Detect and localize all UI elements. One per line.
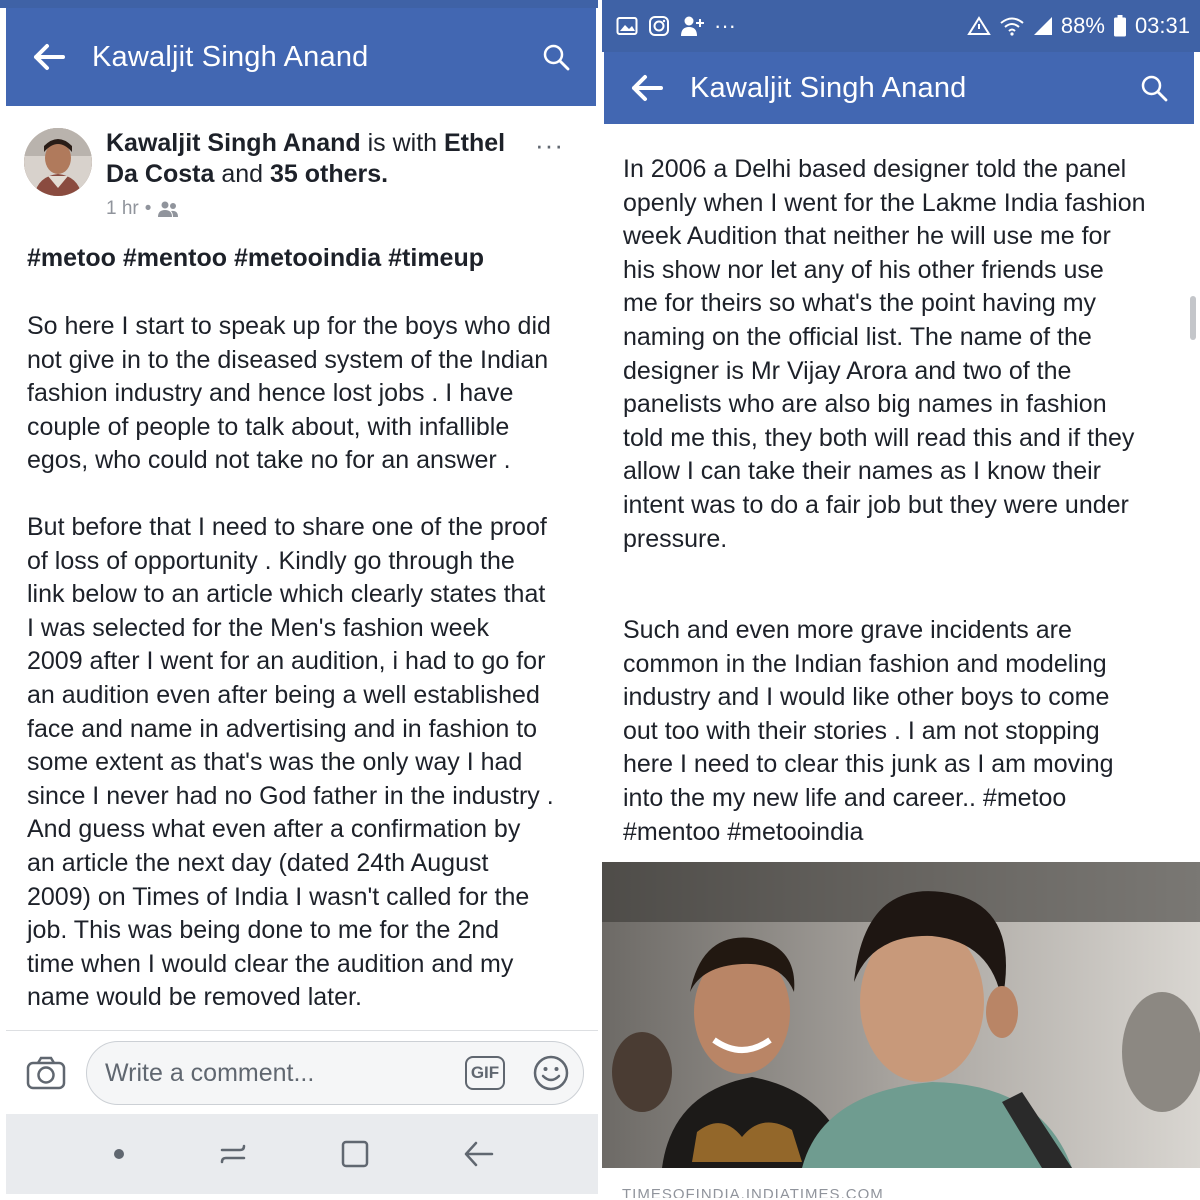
home-icon[interactable]	[340, 1139, 370, 1169]
status-bar: ··· 88% 03:31	[602, 0, 1200, 52]
more-options-button[interactable]: ···	[535, 130, 564, 161]
link-domain[interactable]: TIMESOFINDIA.INDIATIMES.COM	[622, 1188, 884, 1198]
back-arrow-icon	[34, 44, 65, 70]
more-notifications: ···	[714, 13, 736, 38]
gallery-icon	[616, 17, 638, 35]
clock: 03:31	[1134, 13, 1190, 38]
dot-icon[interactable]	[112, 1147, 126, 1161]
audience-icon	[158, 201, 179, 217]
back-arrow-icon	[632, 75, 663, 101]
instagram-icon	[649, 16, 669, 36]
app-bar: Kawaljit Singh Anand	[604, 52, 1194, 124]
post-paragraph-2: But before that I need to share one of t…	[27, 513, 554, 1012]
search-icon	[1141, 75, 1168, 102]
smiley-icon[interactable]	[533, 1055, 569, 1091]
post-hashtags[interactable]: #metoo #mentoo #metooindia #timeup	[27, 242, 587, 276]
avatar[interactable]	[24, 128, 92, 196]
status-bar	[0, 0, 600, 8]
recents-icon[interactable]	[218, 1139, 248, 1169]
post-author-line: Kawaljit Singh Anand is with Ethel Da Co…	[106, 129, 506, 188]
camera-icon	[26, 1056, 66, 1089]
comment-input[interactable]: Write a comment... GIF	[86, 1041, 584, 1105]
post-paragraph-3: In 2006 a Delhi based designer told the …	[623, 155, 1146, 553]
page-title: Kawaljit Singh Anand	[92, 40, 369, 73]
app-bar: Kawaljit Singh Anand	[6, 8, 596, 106]
search-icon	[543, 44, 570, 71]
others-link[interactable]: 35 others.	[270, 160, 388, 188]
wifi-icon	[1000, 17, 1024, 36]
post-meta: 1 hr •	[106, 198, 179, 220]
battery-icon	[1113, 15, 1126, 37]
data-saver-icon	[967, 16, 991, 35]
signal-icon	[1033, 17, 1052, 35]
nav-back-icon[interactable]	[462, 1139, 494, 1169]
post-paragraph-1: So here I start to speak up for the boys…	[27, 312, 551, 475]
scrollbar-thumb[interactable]	[1190, 296, 1196, 340]
comment-placeholder: Write a comment...	[105, 1058, 315, 1087]
gif-icon[interactable]: GIF	[465, 1056, 505, 1090]
search-button[interactable]	[1114, 74, 1194, 102]
back-button[interactable]	[6, 43, 92, 71]
post-time[interactable]: 1 hr	[106, 198, 139, 220]
back-button[interactable]	[604, 74, 690, 102]
page-title: Kawaljit Singh Anand	[690, 71, 967, 104]
system-nav-bar	[6, 1114, 600, 1194]
search-button[interactable]	[516, 43, 596, 71]
partially-visible-line	[623, 588, 1123, 596]
author-name-link[interactable]: Kawaljit Singh Anand	[106, 129, 361, 157]
battery-percent: 88%	[1060, 13, 1105, 38]
camera-button[interactable]	[6, 1056, 86, 1090]
post-paragraph-4[interactable]: Such and even more grave incidents are c…	[623, 614, 1183, 849]
right-screenshot: ··· 88% 03:31 Kawaljit Singh Anand In 20…	[602, 0, 1200, 1200]
link-preview-image[interactable]	[602, 862, 1200, 1168]
comment-bar: Write a comment... GIF	[6, 1030, 600, 1114]
add-user-icon	[681, 16, 704, 36]
left-screenshot: Kawaljit Singh Anand Kawaljit Singh Anan…	[0, 0, 600, 1200]
post-header: Kawaljit Singh Anand is with Ethel Da Co…	[24, 128, 584, 228]
